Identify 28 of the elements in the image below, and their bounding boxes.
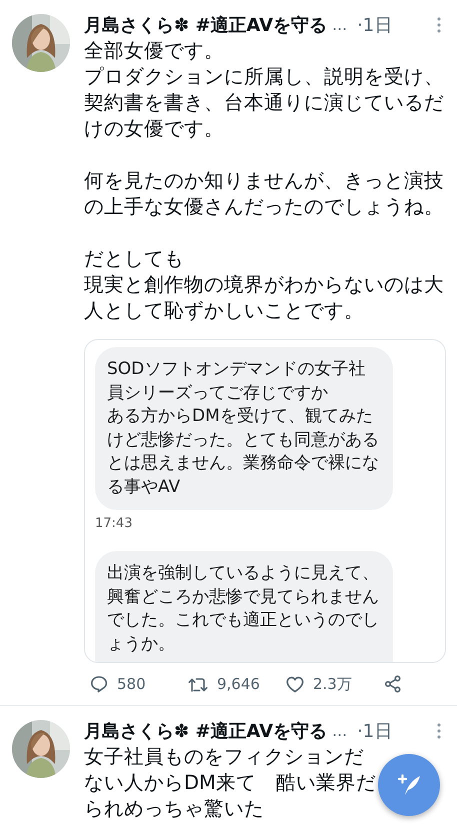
- reply-count: 580: [117, 675, 146, 693]
- tweet-time: ·1日: [357, 14, 392, 37]
- author-name[interactable]: 月島さくら✽ #適正AVを守る: [84, 13, 328, 37]
- author-name[interactable]: 月島さくら✽ #適正AVを守る: [84, 719, 328, 743]
- compose-button[interactable]: [378, 754, 440, 816]
- tweet-text: 現実と創作物の境界がわからないのは大人として恥ずかしいことです。: [84, 272, 445, 324]
- message-time: 17:43: [95, 516, 132, 531]
- message-text: 出演を強制しているように見えて、興奮どころか悲惨で見てられませんでした。これでも適正というのでしょうか。: [107, 562, 380, 656]
- tweet-text: 何を見たのか知りませんが、きっと演技の上手な女優さんだったのでしょうね。: [84, 168, 445, 220]
- like-count: 2.3万: [313, 674, 352, 694]
- message-text: ある方からDMを受けて、観てみたけど悲惨だった。とても同意があるとは思えません。業務命令で裸になる事やAV: [107, 405, 380, 498]
- name-ellipsis: …: [332, 16, 348, 34]
- tweet-time: ·1日: [357, 720, 392, 743]
- more-icon[interactable]: [437, 17, 441, 33]
- name-ellipsis: …: [332, 722, 348, 740]
- message-text: SODソフトオンデマンドの女子社員シリーズってご存じですか: [107, 358, 366, 404]
- tweet-text-line: 女子社員ものをフィクションだ: [84, 744, 364, 770]
- tweet-text: 全部女優です。: [84, 38, 225, 64]
- share-icon[interactable]: [384, 675, 402, 693]
- tweet-text-line: ない人からDM来て 酷い業界だ: [84, 770, 376, 796]
- tweet-text-line: られめっちゃ驚いた: [84, 796, 264, 822]
- reply-icon[interactable]: [90, 675, 108, 693]
- heart-icon[interactable]: [286, 676, 304, 692]
- retweet-icon[interactable]: [188, 675, 208, 693]
- tweet-text: プロダクションに所属し、説明を受け、契約書を書き、台本通りに演じているだけの女優です。: [84, 64, 445, 142]
- retweet-count: 9,646: [217, 675, 260, 693]
- more-icon[interactable]: [437, 723, 441, 739]
- tweet-text: だとしても: [84, 246, 185, 272]
